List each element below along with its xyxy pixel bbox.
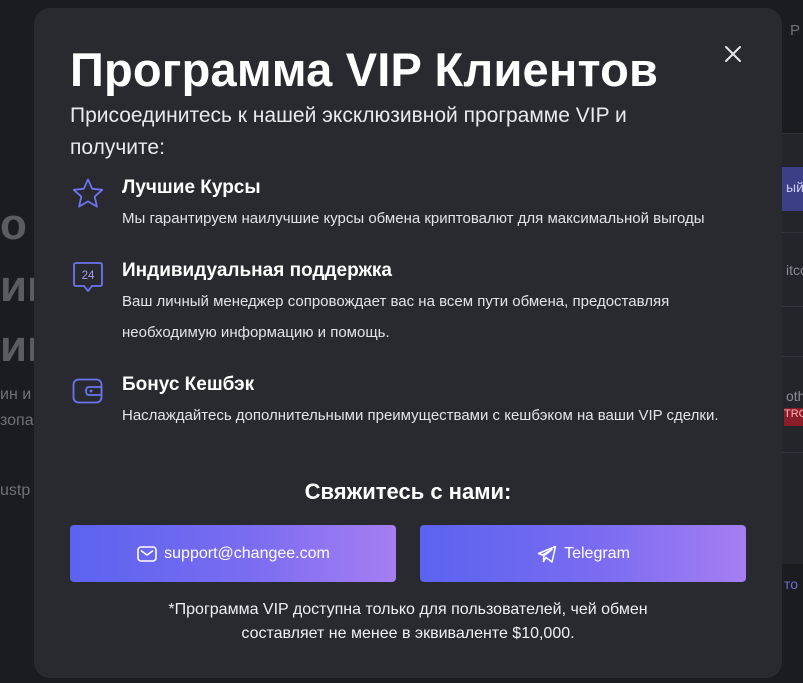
- bg-right-fragment-4: то: [784, 576, 799, 592]
- bg-heading-fragment-3: им: [0, 322, 34, 371]
- telegram-icon: [537, 545, 557, 563]
- feature-description: Мы гарантируем наилучшие курсы обмена кр…: [122, 210, 705, 227]
- bg-right-fragment-2: itco: [786, 262, 803, 278]
- bg-divider: [782, 232, 803, 233]
- footnote-line-2: составляет не менее в эквиваленте $10,00…: [241, 625, 575, 642]
- bg-right-fragment-3: othe: [786, 388, 803, 404]
- star-icon: [72, 178, 104, 208]
- bg-text-fragment-3: ustp: [0, 482, 31, 499]
- bg-divider: [782, 356, 803, 357]
- bg-heading-fragment-1: о: [0, 200, 27, 249]
- feature-heading: Лучшие Курсы: [122, 177, 261, 198]
- bg-top-right-fragment: P: [790, 22, 801, 39]
- mail-icon: [137, 545, 157, 562]
- footnote-line-1: *Программа VIP доступна только для польз…: [168, 601, 648, 618]
- support-24-icon: 24: [73, 262, 103, 292]
- bg-divider: [782, 452, 803, 453]
- bg-status-badge: TRO: [784, 408, 803, 426]
- feature-description: Наслаждайтесь дополнительными преимущест…: [122, 407, 719, 424]
- modal-title: Программа VIP Клиентов: [70, 43, 659, 96]
- telegram-button[interactable]: Telegram: [420, 525, 746, 582]
- vip-program-modal: Программа VIP Клиентов Присоединитесь к …: [34, 8, 782, 678]
- email-support-button[interactable]: support@changee.com: [70, 525, 396, 582]
- support-24-icon-text: 24: [82, 270, 95, 282]
- bg-right-fragment-1: ый: [786, 179, 803, 195]
- bg-text-fragment-1: ин и: [0, 386, 32, 403]
- modal-subtitle: Присоединитесь к нашей эксклюзивной прог…: [70, 104, 627, 159]
- close-button[interactable]: [721, 42, 745, 66]
- bg-divider: [782, 306, 803, 307]
- vip-footnote: *Программа VIP доступна только для польз…: [34, 598, 782, 646]
- feature-heading: Индивидуальная поддержка: [122, 260, 392, 281]
- bg-text-fragment-2: зопа: [0, 412, 34, 429]
- telegram-button-label: Telegram: [564, 544, 630, 562]
- email-button-label: support@changee.com: [164, 544, 330, 562]
- contact-heading: Свяжитесь с нами:: [304, 479, 512, 504]
- close-icon: [725, 46, 741, 62]
- feature-heading: Бонус Кешбэк: [122, 374, 255, 395]
- feature-description: Ваш личный менеджер сопровождает вас на …: [122, 293, 670, 341]
- wallet-icon: [72, 378, 103, 404]
- bg-heading-fragment-2: ин: [0, 262, 34, 311]
